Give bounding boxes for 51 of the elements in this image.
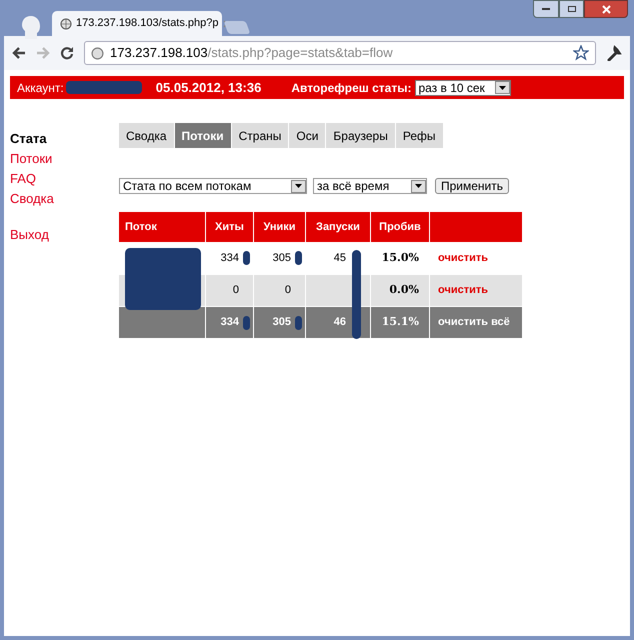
column-header: Поток [119,212,205,242]
table-cell: 15.1% [371,307,429,338]
table-cell: 0.0% [371,275,429,306]
refresh-label: Авторефреш статы: [291,80,412,96]
tab[interactable]: Рефы [396,123,443,148]
table-cell: 334 [206,307,253,338]
tab[interactable]: Сводка [119,123,174,148]
table-cell: 0 [206,275,253,306]
refresh-select[interactable]: раз в 10 сек [415,80,512,96]
globe-icon [91,46,104,60]
redaction-mark [295,316,302,330]
dropdown-caret-icon [291,180,306,192]
column-header: Запуски [306,212,370,242]
wrench-icon[interactable] [606,45,622,61]
sidebar-link[interactable]: Стата [10,129,119,149]
redaction-mark [243,316,250,330]
tab[interactable]: Страны [232,123,288,148]
sidebar-link[interactable]: Сводка [10,189,119,209]
sidebar-link[interactable]: Потоки [10,149,119,169]
reload-icon[interactable] [60,46,74,60]
dropdown-caret-icon [411,180,426,192]
redaction-mark [243,251,250,265]
table-cell: 305 [254,307,305,338]
address-bar[interactable]: 173.237.198.103/stats.php?page=stats&tab=flow [84,41,596,65]
globe-icon [60,18,72,30]
table-cell: 0 [254,275,305,306]
dropdown-caret-icon [495,81,510,94]
minimize-button[interactable] [533,0,559,18]
period-select[interactable]: за всё время [313,178,427,194]
tab-title: 173.237.198.103/stats.php?p [76,16,219,32]
column-header: Пробив [371,212,429,242]
close-button[interactable] [584,0,628,18]
account-label: Аккаунт: [17,80,64,96]
maximize-button[interactable] [559,0,584,18]
redaction-mark [295,251,302,265]
back-icon[interactable] [12,47,26,59]
sidebar-link[interactable]: FAQ [10,169,119,189]
tab[interactable]: Оси [289,123,326,148]
close-icon [602,4,610,14]
column-header: Уники [254,212,305,242]
column-header: Хиты [206,212,253,242]
apply-button[interactable]: Применить [435,178,510,194]
tab[interactable]: Потоки [174,123,231,148]
address-text: 173.237.198.103/stats.php?page=stats&tab=flow [110,44,393,62]
tab[interactable]: Браузеры [326,123,395,148]
clear-link[interactable]: очистить [430,275,522,306]
star-icon[interactable] [573,45,589,61]
scope-select[interactable]: Стата по всем потокам [119,178,307,194]
sidebar-link[interactable]: Выход [10,225,119,245]
clear-all-link[interactable]: очистить всё [430,307,522,338]
datetime: 05.05.2012, 13:36 [156,78,262,97]
